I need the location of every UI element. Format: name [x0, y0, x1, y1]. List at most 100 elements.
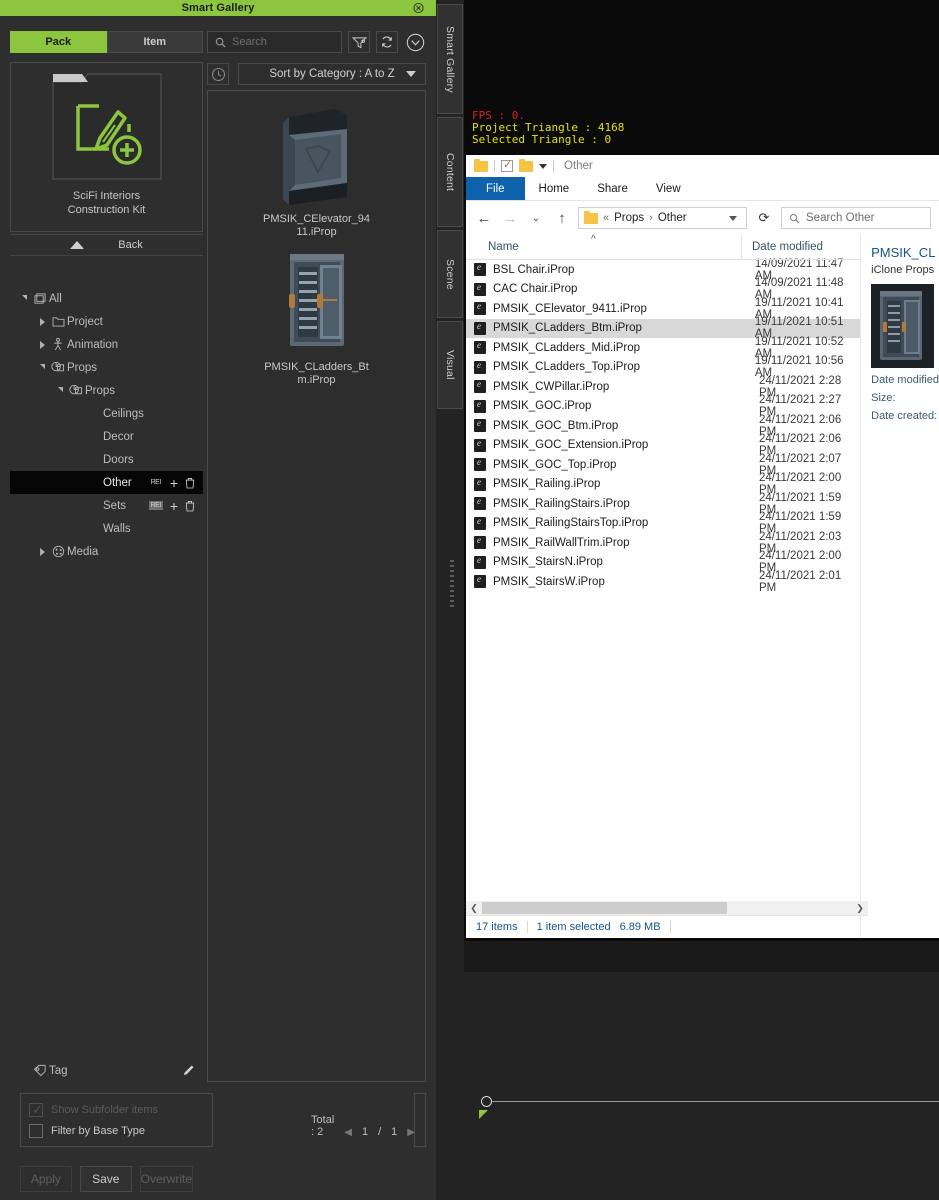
- ribbon-tab-share[interactable]: Share: [583, 177, 642, 200]
- apply-button[interactable]: Apply: [20, 1166, 72, 1192]
- arrow-up-icon[interactable]: ↑: [552, 208, 572, 228]
- pagination-bar: Total : 2 ◀ 1 / 1 ▶: [311, 1093, 426, 1147]
- tree-item-props-3[interactable]: Props: [10, 356, 203, 379]
- column-header-date-modified[interactable]: Date modified: [741, 235, 823, 259]
- folder-icon: [584, 210, 598, 224]
- tab-item[interactable]: Item: [106, 31, 203, 53]
- tree-item-animation-2[interactable]: Animation: [10, 333, 203, 356]
- panel-resize-grip[interactable]: [450, 560, 454, 630]
- chevron-left-icon[interactable]: ❮: [466, 903, 482, 914]
- checkbox-show-subfolder-items[interactable]: ✓: [29, 1102, 43, 1117]
- chevron-right-icon[interactable]: ❯: [852, 903, 868, 914]
- tree-item-media-11[interactable]: Media: [10, 540, 203, 563]
- breadcrumb-props[interactable]: Props: [614, 212, 644, 224]
- props-icon: [67, 384, 85, 397]
- plus-icon[interactable]: +: [170, 499, 178, 513]
- search-input[interactable]: Search: [207, 31, 342, 53]
- thumbnail-label: PMSIK_CLadders_Bt m.iProp: [257, 361, 377, 387]
- chevron-right-icon[interactable]: [36, 317, 49, 326]
- chevron-down-icon[interactable]: [18, 295, 31, 301]
- rename-icon[interactable]: REI: [149, 478, 163, 487]
- timeline-marker-icon[interactable]: [479, 1110, 488, 1119]
- timeline-playhead-knob[interactable]: [481, 1096, 492, 1107]
- tree-item-all-0[interactable]: All: [10, 287, 203, 310]
- tag-row[interactable]: Tag: [10, 1059, 203, 1082]
- address-bar[interactable]: « Props › Other: [578, 207, 747, 229]
- back-button[interactable]: Back: [10, 234, 203, 256]
- chevron-down-icon[interactable]: [539, 163, 547, 169]
- breadcrumb-other[interactable]: Other: [658, 212, 687, 224]
- pack-card[interactable]: SciFi Interiors Construction Kit: [10, 62, 203, 232]
- file-name: CAC Chair.iProp: [493, 283, 578, 296]
- triangle-up-icon: [70, 241, 85, 249]
- thumbnail-item[interactable]: PMSIK_CElevator_94 11.iProp: [208, 99, 425, 239]
- chevron-down-icon[interactable]: ⌄: [526, 208, 546, 228]
- chevron-right-icon[interactable]: ▶: [407, 1127, 415, 1138]
- horizontal-scrollbar[interactable]: ❮ ❯: [466, 901, 868, 915]
- tree-item-other-8[interactable]: Other REI +: [10, 471, 203, 494]
- chevron-right-icon[interactable]: [36, 340, 49, 349]
- new-folder-icon[interactable]: [519, 158, 533, 172]
- tree-item-sets-9[interactable]: Sets REI +: [10, 494, 203, 517]
- chevron-down-icon[interactable]: [54, 387, 67, 393]
- properties-checkbox-icon[interactable]: [501, 158, 513, 172]
- table-row[interactable]: PMSIK_StairsW.iProp 24/11/2021 2:01 PM: [466, 570, 860, 594]
- chevron-left-icon[interactable]: ◀: [344, 1127, 352, 1138]
- scrollbar-thumb[interactable]: [482, 902, 727, 914]
- file-list-rows: BSL Chair.iProp14/09/2021 11:47 AMCAC Ch…: [466, 258, 861, 594]
- option-filter-by-base-type[interactable]: Filter by Base Type: [29, 1123, 212, 1138]
- overwrite-button[interactable]: Overwrite: [139, 1166, 193, 1192]
- column-header-name[interactable]: Name ^: [466, 234, 741, 253]
- tree-item-props-4[interactable]: Props: [10, 379, 203, 402]
- total-label: Total : 2: [311, 1114, 335, 1138]
- chevron-down-icon[interactable]: [36, 364, 49, 370]
- vertical-tab-smart-gallery[interactable]: Smart Gallery: [437, 4, 463, 114]
- save-button[interactable]: Save: [79, 1166, 132, 1192]
- pencil-icon[interactable]: [182, 1064, 195, 1077]
- trash-icon[interactable]: [185, 500, 195, 512]
- tree-item-decor-6[interactable]: Decor: [10, 425, 203, 448]
- chevron-right-icon[interactable]: [36, 547, 49, 556]
- refresh-icon[interactable]: ⟳: [753, 207, 775, 229]
- trash-icon[interactable]: [185, 477, 195, 489]
- clock-icon[interactable]: [207, 63, 229, 85]
- tab-pack[interactable]: Pack: [10, 31, 107, 53]
- refresh-icon[interactable]: [376, 31, 398, 53]
- thumbnail-label-line2: m.iProp: [297, 374, 336, 386]
- pack-caption-line1: SciFi Interiors: [72, 190, 141, 202]
- thumbnail-item[interactable]: PMSIK_CLadders_Bt m.iProp: [208, 247, 425, 387]
- arrow-left-icon[interactable]: ←: [474, 208, 494, 228]
- sort-dropdown[interactable]: Sort by Category : A to Z: [238, 63, 426, 85]
- details-field-date-created: Date created:: [871, 410, 938, 422]
- tree-item-ceilings-5[interactable]: Ceilings: [10, 402, 203, 425]
- file-name: PMSIK_RailingStairsTop.iProp: [493, 517, 649, 530]
- media-icon: [49, 545, 67, 558]
- arrow-right-icon[interactable]: →: [500, 208, 520, 228]
- plus-icon[interactable]: +: [170, 476, 178, 490]
- tree-item-doors-7[interactable]: Doors: [10, 448, 203, 471]
- vertical-tab-visual[interactable]: Visual: [437, 321, 463, 409]
- gallery-tree: All Project Animation Props Props Ceilings Dec…: [10, 287, 203, 1082]
- close-icon[interactable]: [413, 2, 424, 14]
- breadcrumb-overflow[interactable]: «: [603, 212, 609, 224]
- ribbon-tab-home[interactable]: Home: [525, 177, 584, 200]
- option-show-subfolder-items[interactable]: ✓ Show Subfolder items: [29, 1102, 212, 1117]
- checkbox-filter-by-base-type[interactable]: [29, 1123, 43, 1138]
- vertical-tab-scene[interactable]: Scene: [437, 230, 463, 318]
- rename-icon[interactable]: REI: [148, 501, 163, 510]
- chevron-down-icon[interactable]: [729, 215, 737, 221]
- vertical-tab-content[interactable]: Content: [437, 117, 463, 227]
- iprop-file-icon: [474, 516, 486, 530]
- filter-icon[interactable]: [348, 31, 370, 53]
- tree-item-walls-10[interactable]: Walls: [10, 517, 203, 540]
- explorer-search-input[interactable]: Search Other: [781, 207, 931, 229]
- ladders-thumb: [272, 247, 361, 355]
- ribbon-tab-view[interactable]: View: [642, 177, 695, 200]
- vertical-tab-label: Smart Gallery: [444, 25, 456, 93]
- timeline-track[interactable]: [488, 1101, 939, 1102]
- tree-item-project-1[interactable]: Project: [10, 310, 203, 333]
- chevron-down-circle-icon[interactable]: [404, 31, 426, 53]
- ribbon-tab-file[interactable]: File: [466, 177, 525, 200]
- folder-icon[interactable]: [474, 158, 488, 172]
- thumbnail-label-line2: 11.iProp: [296, 226, 337, 238]
